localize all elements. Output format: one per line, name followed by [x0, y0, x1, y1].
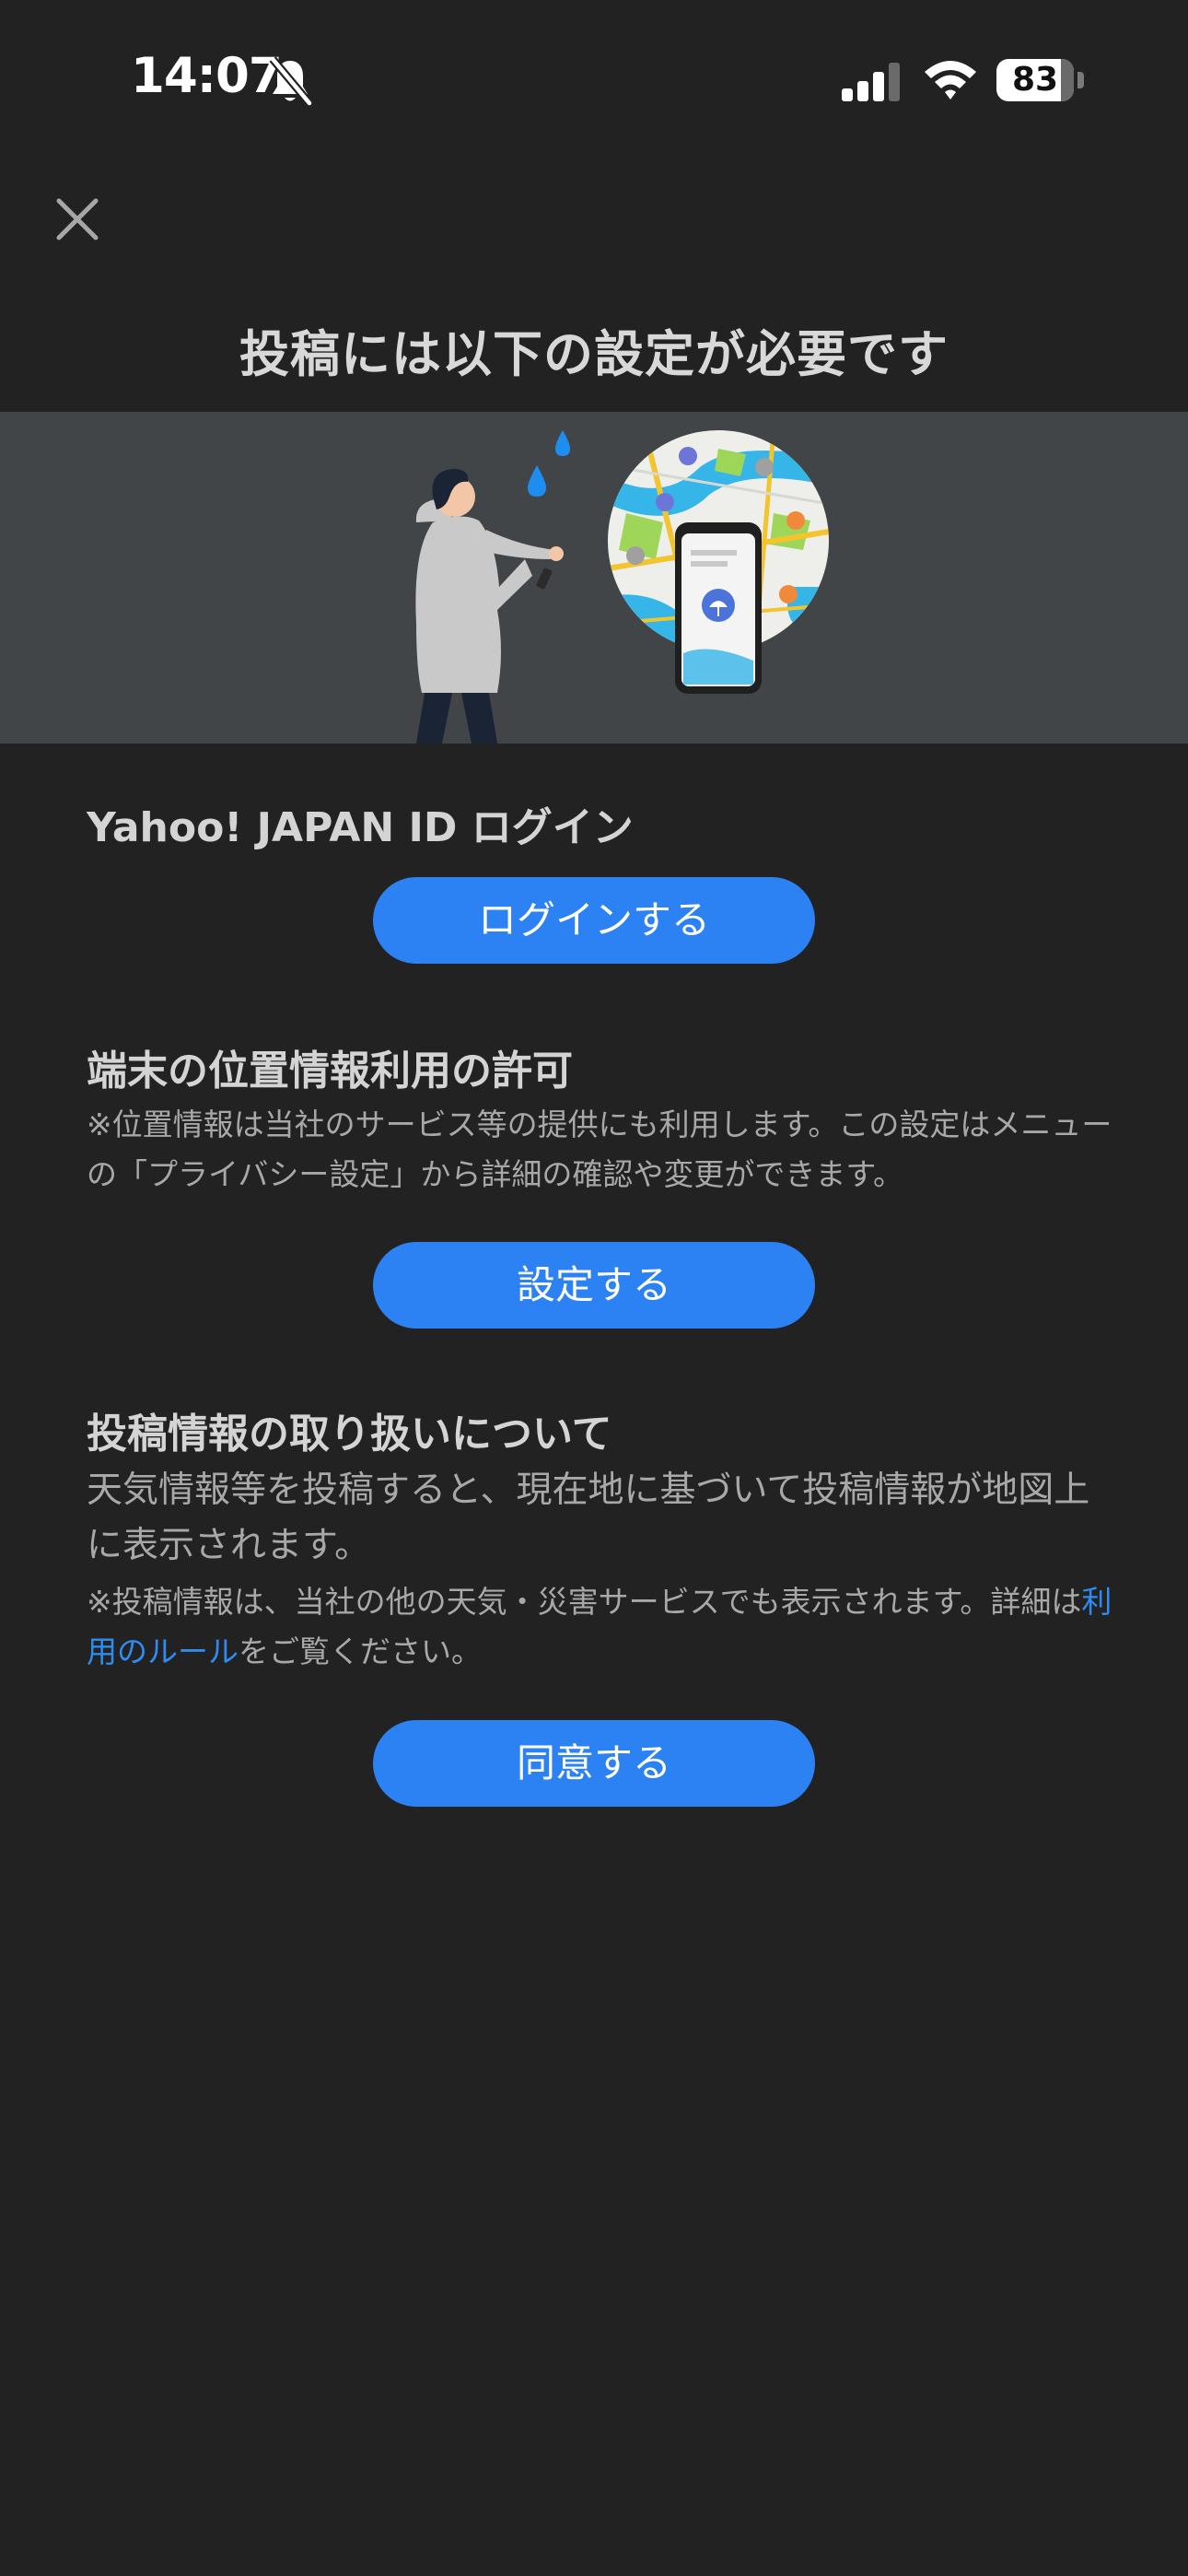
battery-level: 83 [1011, 61, 1059, 99]
posting-body: 天気情報等を投稿すると、現在地に基づいて投稿情報が地図上に表示されます。 [87, 1469, 1090, 1566]
hero-banner [0, 412, 1188, 744]
login-heading: Yahoo! JAPAN ID ログイン [87, 804, 634, 851]
posting-note-suffix: をご覧ください。 [239, 1633, 482, 1669]
posting-note: ※投稿情報は、当社の他の天気・災害サービスでも表示されます。詳細は利用のルールを… [87, 1577, 1118, 1677]
person-in-rain-with-map-phone-illustration [415, 430, 829, 744]
login-button[interactable]: ログインする [373, 877, 815, 964]
posting-heading: 投稿情報の取り扱いについて [87, 1411, 612, 1458]
location-settings-button[interactable]: 設定する [373, 1242, 815, 1329]
agree-button[interactable]: 同意する [373, 1720, 815, 1807]
close-icon [56, 198, 99, 240]
bell-off-icon [267, 55, 313, 107]
page-title: 投稿には以下の設定が必要です [239, 325, 949, 383]
status-bar: 14:07 83 [0, 0, 1188, 157]
battery-icon: 83 [996, 59, 1074, 101]
battery-tip [1077, 72, 1084, 88]
location-note: ※位置情報は当社のサービス等の提供にも利用します。この設定はメニューの「プライバ… [87, 1107, 1112, 1192]
status-time: 14:07 [131, 48, 283, 104]
close-button[interactable] [48, 190, 107, 249]
location-heading: 端末の位置情報利用の許可 [87, 1048, 573, 1095]
wifi-icon [923, 57, 978, 103]
posting-note-prefix: ※投稿情報は、当社の他の天気・災害サービスでも表示されます。詳細は [87, 1584, 1082, 1620]
signal-icon [842, 63, 903, 101]
